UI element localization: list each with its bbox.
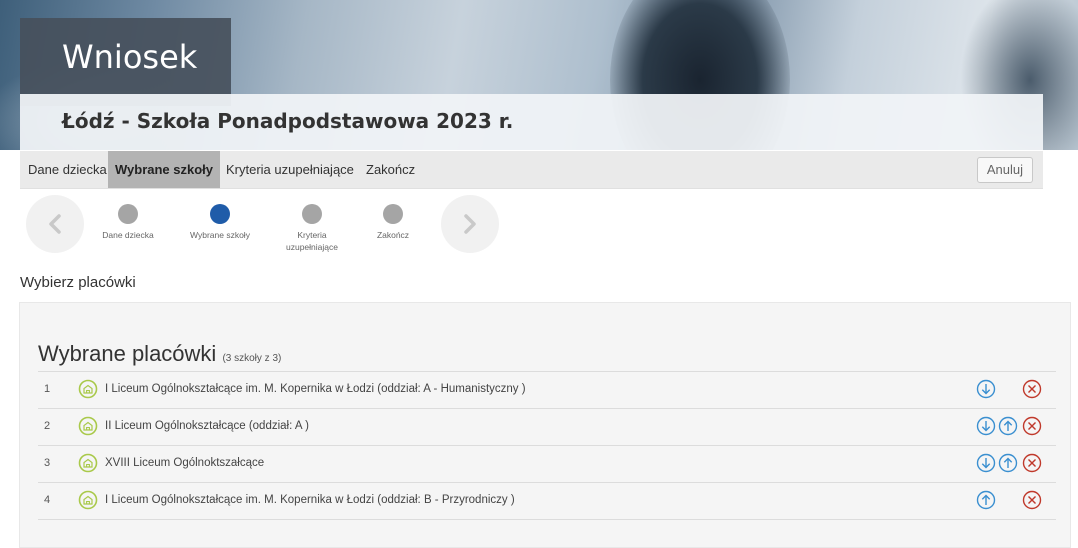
- page-subtitle: Łódź - Szkoła Ponadpodstawowa 2023 r.: [62, 109, 514, 133]
- page-title-box: Wniosek: [20, 18, 231, 106]
- school-icon: [78, 416, 98, 436]
- menu-item-dane-dziecka[interactable]: Dane dziecka: [28, 151, 107, 188]
- menu-item-kryteria[interactable]: Kryteria uzupełniające: [226, 151, 354, 188]
- move-up-icon[interactable]: [998, 416, 1018, 436]
- remove-icon[interactable]: [1022, 490, 1042, 510]
- school-name: XVIII Liceum Ogólnoktszałcące: [105, 457, 265, 469]
- remove-icon[interactable]: [1022, 416, 1042, 436]
- menu-item-wybrane-szkoly[interactable]: Wybrane szkoły: [108, 151, 221, 188]
- move-up-icon[interactable]: [998, 453, 1018, 473]
- cancel-button[interactable]: Anuluj: [976, 157, 1033, 183]
- table-row: 4 I Liceum Ogólnokształcące im. M. Kopern…: [38, 482, 1056, 520]
- prev-step-button[interactable]: [26, 195, 84, 253]
- chevron-left-icon: [49, 214, 61, 234]
- table-row: 3 XVIII Liceum Ogólnoktszałcące: [38, 445, 1056, 482]
- table-row: 2 II Liceum Ogólnokształcące (oddział: A …: [38, 408, 1056, 445]
- row-number: 2: [44, 420, 51, 432]
- remove-icon[interactable]: [1022, 379, 1042, 399]
- page-title: Wniosek: [62, 38, 198, 76]
- school-name: I Liceum Ogólnokształcące im. M. Koperni…: [105, 383, 526, 395]
- row-number: 1: [44, 383, 51, 395]
- step-dane-dziecka[interactable]: Dane dziecka: [88, 204, 168, 241]
- section-heading: Wybierz placówki: [20, 274, 136, 291]
- school-icon: [78, 379, 98, 399]
- panel-title: Wybrane placówki (3 szkoły z 3): [38, 341, 281, 367]
- step-label: Kryteria uzupełniające: [286, 230, 338, 252]
- chevron-right-icon: [464, 214, 476, 234]
- step-dot-active: [210, 204, 230, 224]
- step-label: Dane dziecka: [102, 230, 154, 240]
- panel-count: (3 szkoły z 3): [222, 353, 282, 364]
- top-menu: Dane dziecka Wybrane szkoły Kryteria uzu…: [20, 151, 1043, 189]
- step-wybrane-szkoly[interactable]: Wybrane szkoły: [180, 204, 260, 241]
- move-down-icon[interactable]: [976, 379, 996, 399]
- step-dot: [302, 204, 322, 224]
- next-step-button[interactable]: [441, 195, 499, 253]
- table-row: 1 I Liceum Ogólnokształcące im. M. Kopern…: [38, 371, 1056, 408]
- school-icon: [78, 490, 98, 510]
- school-name: I Liceum Ogólnokształcące im. M. Koperni…: [105, 494, 515, 506]
- panel-title-text: Wybrane placówki: [38, 341, 217, 366]
- step-dot: [383, 204, 403, 224]
- menu-item-zakoncz[interactable]: Zakończ: [366, 151, 415, 188]
- step-label: Wybrane szkoły: [190, 230, 250, 240]
- school-name: II Liceum Ogólnokształcące (oddział: A ): [105, 420, 309, 432]
- move-up-icon[interactable]: [976, 490, 996, 510]
- row-number: 4: [44, 494, 51, 506]
- move-down-icon[interactable]: [976, 453, 996, 473]
- move-down-icon[interactable]: [976, 416, 996, 436]
- row-number: 3: [44, 457, 51, 469]
- school-icon: [78, 453, 98, 473]
- step-dot: [118, 204, 138, 224]
- selected-schools-panel: Wybrane placówki (3 szkoły z 3) 1 I Liceu…: [19, 302, 1071, 548]
- step-zakoncz[interactable]: Zakończ: [353, 204, 433, 241]
- step-label: Zakończ: [376, 230, 410, 240]
- page-subtitle-box: Łódź - Szkoła Ponadpodstawowa 2023 r.: [20, 94, 1043, 150]
- step-kryteria[interactable]: Kryteria uzupełniające: [272, 204, 352, 253]
- wizard-stepper: Dane dziecka Wybrane szkoły Kryteria uzu…: [20, 195, 520, 265]
- remove-icon[interactable]: [1022, 453, 1042, 473]
